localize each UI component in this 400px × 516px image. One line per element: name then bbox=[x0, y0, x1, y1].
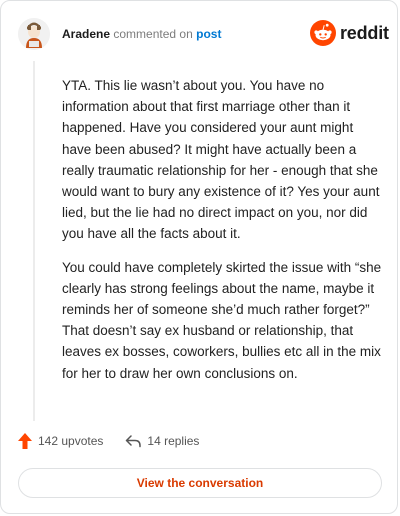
avatar-icon bbox=[18, 18, 50, 50]
action-text: commented on bbox=[113, 27, 193, 41]
upvote-button[interactable]: 142 upvotes bbox=[18, 433, 103, 449]
comment-body: YTA. This lie wasn’t about you. You have… bbox=[62, 75, 382, 396]
reddit-brand[interactable]: reddit bbox=[310, 20, 389, 46]
post-link[interactable]: post bbox=[196, 27, 221, 41]
reddit-logo-icon bbox=[310, 20, 336, 46]
view-conversation-button[interactable]: View the conversation bbox=[18, 468, 382, 498]
comment-paragraph: YTA. This lie wasn’t about you. You have… bbox=[62, 78, 380, 242]
upvote-arrow-icon bbox=[18, 433, 32, 449]
username-link[interactable]: Aradene bbox=[62, 27, 110, 41]
upvote-count: 142 upvotes bbox=[38, 434, 104, 448]
reply-count: 14 replies bbox=[147, 434, 200, 448]
reddit-wordmark: reddit bbox=[340, 22, 389, 43]
comment-card: Aradene commented on post reddit YTA. Th… bbox=[0, 0, 398, 514]
comment-meta: Aradene commented on post bbox=[62, 27, 221, 41]
avatar[interactable] bbox=[18, 18, 50, 50]
thread-line[interactable] bbox=[33, 61, 35, 421]
comment-paragraph: You could have completely skirted the is… bbox=[62, 259, 382, 381]
reply-icon bbox=[126, 435, 142, 448]
reply-button[interactable]: 14 replies bbox=[125, 434, 199, 448]
comment-actions: 142 upvotes 14 replies bbox=[18, 433, 221, 449]
